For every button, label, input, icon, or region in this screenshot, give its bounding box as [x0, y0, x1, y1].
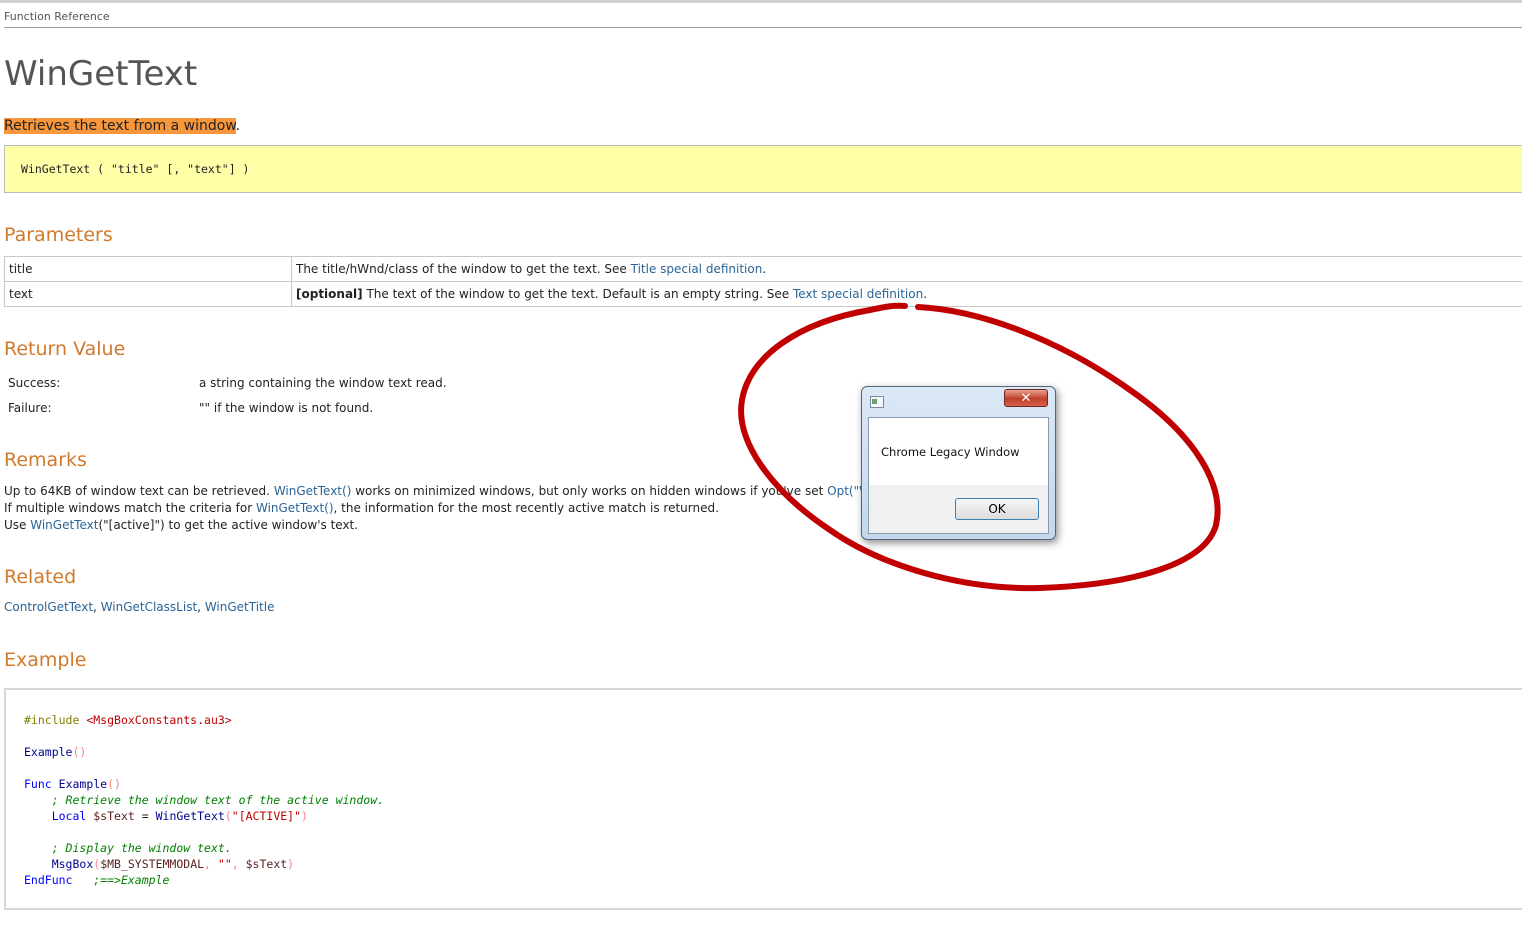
code-comment: ; Retrieve the window text of the active… [51, 793, 385, 807]
related-separator: , [197, 600, 205, 614]
close-button[interactable]: ✕ [1004, 389, 1048, 407]
remarks-text-part: Up to 64KB of window text can be retriev… [4, 484, 274, 498]
code-variable: $sText [93, 809, 135, 823]
remarks-text-part: ("[active]") to get the active window's … [98, 518, 359, 532]
top-border [0, 0, 1522, 3]
related-separator: , [93, 600, 101, 614]
syntax-box: WinGetText ( "title" [, "text"] ) [4, 145, 1522, 193]
remarks-line: If multiple windows match the criteria f… [4, 500, 903, 517]
code-variable: $sText [245, 857, 288, 871]
description-tail: . [235, 118, 240, 134]
success-text: a string containing the window text read… [199, 376, 447, 390]
code-func-name: Example [58, 777, 108, 791]
failure-label: Failure: [8, 401, 52, 415]
wingettitle-link[interactable]: WinGetTitle [205, 600, 275, 614]
code-include-file: <MsgBoxConstants.au3> [86, 713, 232, 727]
optional-tag: [optional] [296, 287, 363, 301]
param-desc-tail: . [762, 262, 767, 276]
example-code: #include <MsgBoxConstants.au3> Example()… [24, 713, 385, 887]
code-keyword: Func [24, 777, 52, 791]
remarks-text-part: Use [4, 518, 31, 532]
param-desc-tail: . [923, 287, 928, 301]
code-directive: #include [24, 713, 80, 727]
table-row: title The title/hWnd/class of the window… [4, 256, 1522, 282]
param-name: text [4, 281, 292, 307]
param-description: [optional] The text of the window to get… [291, 281, 1522, 307]
dialog-message-area: Chrome Legacy Window [869, 418, 1048, 485]
code-constant: $MB_SYSTEMMODAL [100, 857, 205, 871]
text-special-definition-link[interactable]: Text special definition [793, 287, 923, 301]
parameters-table: title The title/hWnd/class of the window… [4, 256, 1522, 307]
remarks-line: Up to 64KB of window text can be retriev… [4, 483, 903, 500]
breadcrumb-divider [4, 27, 1522, 28]
code-string: "[ACTIVE]" [231, 809, 302, 823]
message-box-dialog[interactable]: ✕ Chrome Legacy Window OK [861, 386, 1056, 540]
param-desc-text: The title/hWnd/class of the window to ge… [296, 262, 631, 276]
table-row: text [optional] The text of the window t… [4, 281, 1522, 307]
wingettext-link[interactable]: WinGetText [30, 518, 98, 532]
remarks-text-part: works on minimized windows, but only wor… [351, 484, 828, 498]
code-keyword: EndFunc [24, 873, 73, 887]
return-value-heading: Return Value [4, 338, 126, 360]
code-function: MsgBox [51, 857, 94, 871]
controlgettext-link[interactable]: ControlGetText [4, 600, 93, 614]
page-title: WinGetText [4, 54, 198, 94]
param-desc-text: The text of the window to get the text. … [362, 287, 793, 301]
parameters-heading: Parameters [4, 224, 113, 246]
success-label: Success: [8, 376, 61, 390]
related-heading: Related [4, 566, 77, 588]
example-heading: Example [4, 649, 87, 671]
highlighted-description: Retrieves the text from a window [4, 118, 236, 134]
remarks-text-part: If multiple windows match the criteria f… [4, 501, 256, 515]
failure-text: "" if the window is not found. [199, 401, 374, 415]
window-icon [870, 396, 884, 408]
code-keyword: Local [51, 809, 87, 823]
param-description: The title/hWnd/class of the window to ge… [291, 256, 1522, 282]
breadcrumb[interactable]: Function Reference [4, 10, 110, 23]
function-description: Retrieves the text from a window. [4, 118, 240, 134]
code-call: Example [24, 745, 73, 759]
syntax-text: WinGetText ( "title" [, "text"] ) [21, 162, 250, 176]
example-code-box[interactable]: #include <MsgBoxConstants.au3> Example()… [4, 688, 1522, 910]
wingettext-link[interactable]: WinGetText() [274, 484, 352, 498]
param-name: title [4, 256, 292, 282]
code-comment: ;==>Example [93, 873, 170, 887]
remarks-heading: Remarks [4, 449, 87, 471]
related-links: ControlGetText, WinGetClassList, WinGetT… [4, 600, 274, 614]
code-string: "" [217, 857, 232, 871]
code-function: WinGetText [155, 809, 225, 823]
dialog-body: Chrome Legacy Window OK [868, 417, 1049, 534]
remarks-text-part: , the information for the most recently … [333, 501, 719, 515]
wingetclasslist-link[interactable]: WinGetClassList [101, 600, 197, 614]
remarks-text: Up to 64KB of window text can be retriev… [4, 483, 903, 534]
wingettext-link[interactable]: WinGetText() [256, 501, 334, 515]
remarks-line: Use WinGetText("[active]") to get the ac… [4, 517, 903, 534]
code-comment: ; Display the window text. [51, 841, 232, 855]
code-operator: = [134, 809, 156, 823]
ok-button[interactable]: OK [955, 498, 1039, 520]
dialog-message: Chrome Legacy Window [881, 445, 1020, 459]
title-special-definition-link[interactable]: Title special definition [631, 262, 763, 276]
